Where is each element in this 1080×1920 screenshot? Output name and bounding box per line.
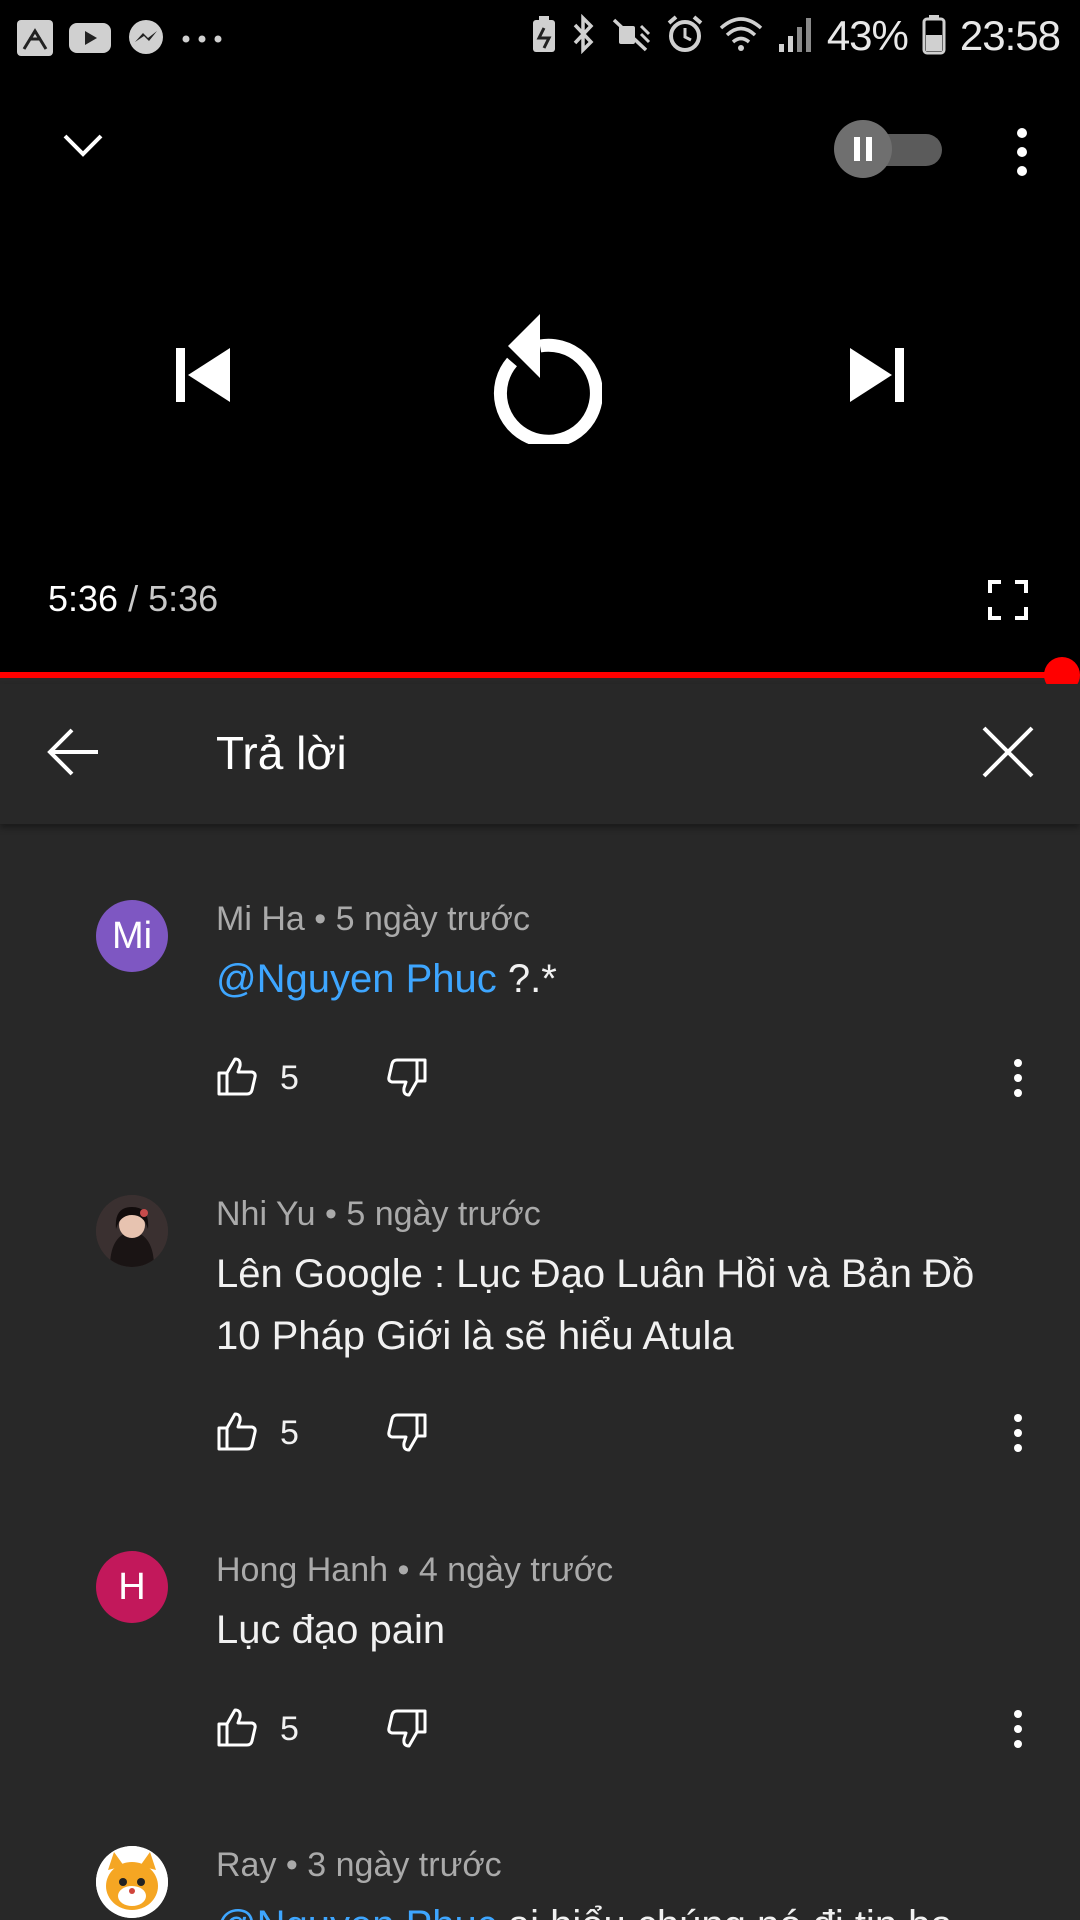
replies-header: Trả lời (0, 684, 1080, 824)
like-button[interactable]: 5 (216, 1411, 299, 1456)
comment-meta: Mi Ha • 5 ngày trước (216, 900, 530, 939)
video-player[interactable]: 5:36 / 5:36 (0, 72, 1080, 674)
next-icon[interactable] (846, 344, 908, 411)
comment-meta: Hong Hanh • 4 ngày trước (216, 1551, 613, 1590)
total-time: 5:36 (148, 578, 219, 619)
mute-icon (611, 14, 651, 59)
battery-saver-icon (531, 14, 557, 59)
meta-separator: • (276, 1846, 308, 1884)
like-count: 5 (280, 1059, 299, 1097)
comment-text: @Nguyen Phuc ai hiểu chúng nó đi tin ba (216, 1894, 1076, 1920)
youtube-icon (68, 22, 112, 59)
comment-author[interactable]: Nhi Yu (216, 1195, 316, 1233)
wifi-icon (719, 14, 763, 59)
like-count: 5 (280, 1710, 299, 1748)
playback-time: 5:36 / 5:36 (48, 578, 218, 620)
comment-time: 4 ngày trước (418, 1551, 614, 1589)
pause-icon (834, 120, 892, 178)
comment-author[interactable]: Mi Ha (216, 900, 305, 938)
comment-author[interactable]: Ray (216, 1846, 276, 1884)
dislike-button[interactable] (386, 1709, 428, 1754)
comment-body: Lục đạo pain (216, 1608, 446, 1652)
replay-icon[interactable] (478, 300, 603, 449)
alarm-icon (665, 14, 705, 59)
battery-percent: 43% (826, 12, 909, 59)
comment-body: Lên Google : Lục Đạo Luân Hồi và Bản Đồ … (216, 1252, 975, 1358)
avatar[interactable] (96, 1195, 168, 1267)
back-arrow-icon[interactable] (46, 724, 102, 785)
clock: 23:58 (959, 12, 1061, 59)
comment-time: 5 ngày trước (346, 1195, 541, 1233)
comment-text: @Nguyen Phuc ?.* (216, 948, 1006, 1010)
meta-separator: • (315, 1195, 347, 1233)
thumb-up-icon (216, 1056, 258, 1101)
dislike-button[interactable] (386, 1413, 428, 1458)
avatar[interactable]: H (96, 1551, 168, 1623)
avatar[interactable]: Mi (96, 900, 168, 972)
comment-body: ?.* (496, 957, 557, 1001)
messenger-icon (126, 18, 166, 63)
comment-text: Lục đạo pain (216, 1599, 1006, 1661)
like-button[interactable]: 5 (216, 1707, 299, 1752)
signal-icon (777, 14, 813, 59)
comment-body: ai hiểu chúng nó đi tin ba (497, 1903, 953, 1920)
avatar[interactable] (96, 1846, 168, 1918)
comment-author[interactable]: Hong Hanh (216, 1551, 388, 1589)
dislike-button[interactable] (386, 1058, 428, 1103)
status-bar: 43% 23:58 (0, 0, 1080, 72)
more-options-icon[interactable] (1010, 126, 1034, 183)
comment-text: Lên Google : Lục Đạo Luân Hồi và Bản Đồ … (216, 1243, 1006, 1367)
bluetooth-icon (571, 13, 597, 59)
current-time: 5:36 (48, 578, 119, 619)
comment-more-icon[interactable] (1010, 1709, 1026, 1754)
comment-more-icon[interactable] (1010, 1413, 1026, 1458)
close-icon[interactable] (980, 724, 1036, 785)
app-icon (16, 19, 54, 62)
thumb-up-icon (216, 1707, 258, 1752)
meta-separator: • (304, 900, 336, 938)
battery-icon (922, 13, 946, 60)
comment-meta: Nhi Yu • 5 ngày trước (216, 1195, 541, 1234)
meta-separator: • (388, 1551, 419, 1589)
more-notifications-icon (180, 32, 224, 50)
comment-time: 3 ngày trước (307, 1846, 502, 1884)
like-count: 5 (280, 1414, 299, 1452)
autoplay-toggle[interactable] (834, 120, 942, 178)
page-title: Trả lời (216, 727, 347, 779)
mention-link[interactable]: @Nguyen Phuc (216, 957, 497, 1001)
mention-link[interactable]: @Nguyen Phuc (216, 1903, 497, 1920)
fullscreen-icon[interactable] (988, 580, 1028, 625)
previous-icon[interactable] (172, 344, 234, 411)
minimize-chevron-down-icon[interactable] (62, 132, 104, 165)
thumb-up-icon (216, 1411, 258, 1456)
time-separator: / (118, 578, 149, 619)
comment-time: 5 ngày trước (335, 900, 530, 938)
comment-meta: Ray • 3 ngày trước (216, 1846, 502, 1885)
comment-more-icon[interactable] (1010, 1058, 1026, 1103)
like-button[interactable]: 5 (216, 1056, 299, 1101)
progress-bar[interactable] (0, 672, 1062, 678)
